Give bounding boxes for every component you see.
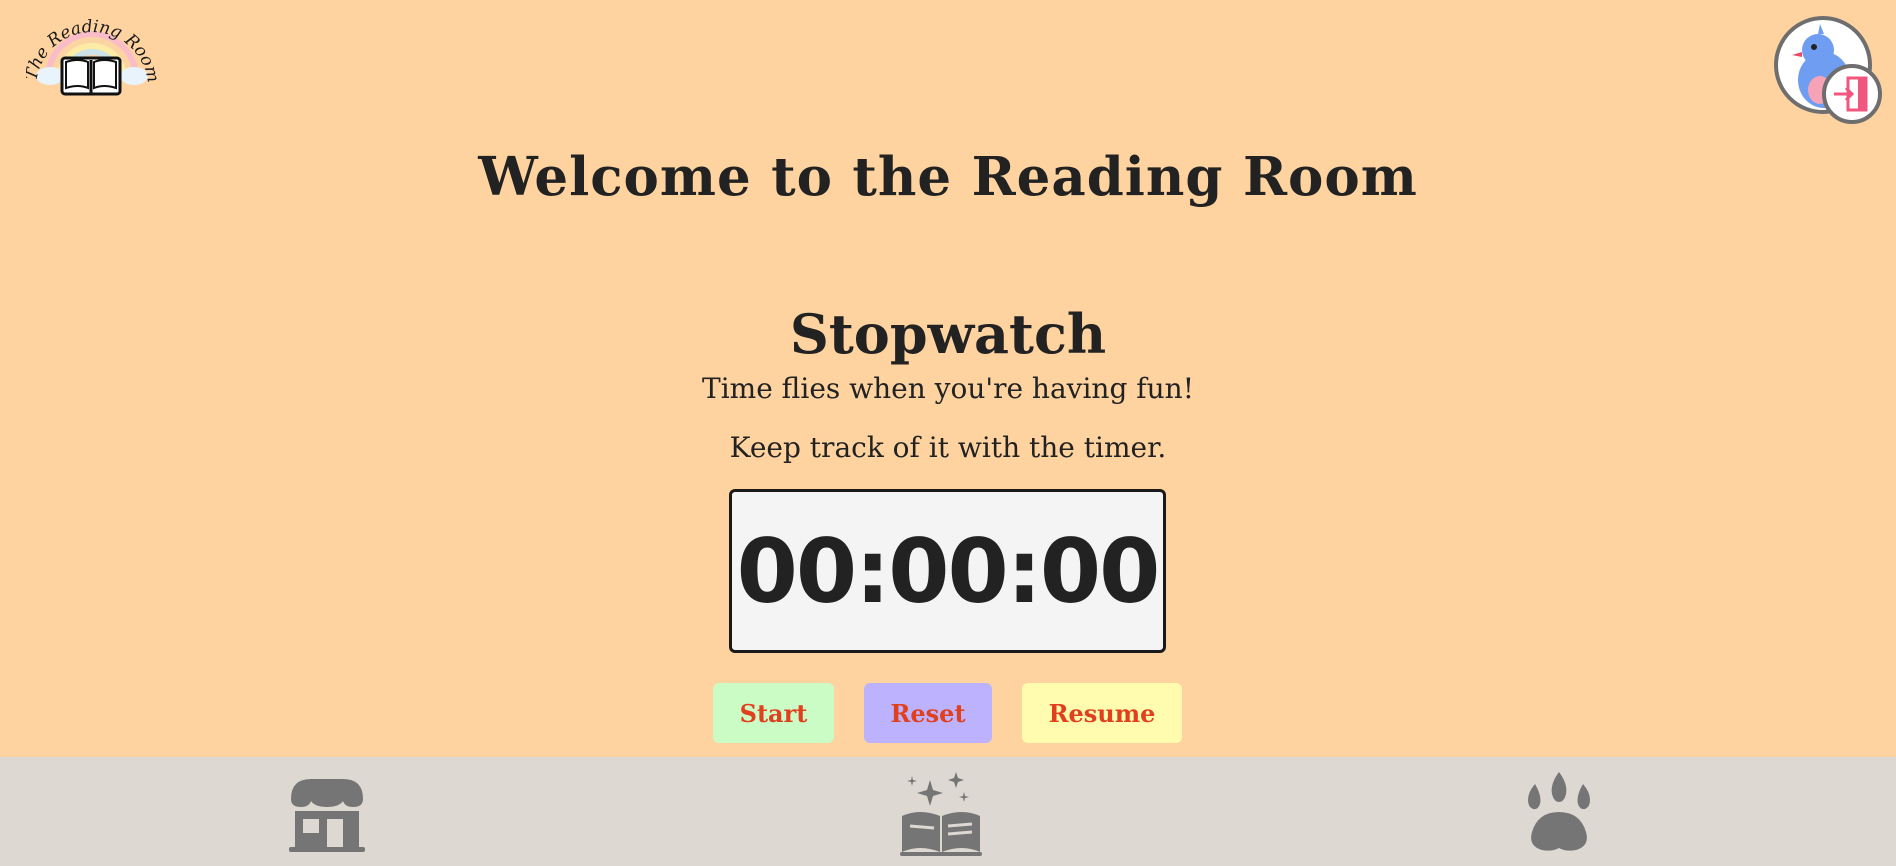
logout-door-icon bbox=[1834, 76, 1868, 112]
reading-room-page: The Reading Room Welcome to the bbox=[0, 0, 1896, 866]
page-title: Welcome to the Reading Room bbox=[478, 146, 1418, 208]
stopwatch-time: 00:00:00 bbox=[736, 519, 1161, 623]
stopwatch-title: Stopwatch bbox=[789, 302, 1107, 366]
open-book-rainbow-logo-icon: The Reading Room bbox=[26, 17, 158, 96]
magic-book-icon bbox=[900, 772, 982, 856]
shop-icon bbox=[289, 779, 365, 852]
resume-button[interactable]: Resume bbox=[1022, 683, 1182, 743]
stopwatch-display: 00:00:00 bbox=[729, 489, 1166, 653]
reset-button[interactable]: Reset bbox=[864, 683, 992, 743]
nav-item-read[interactable] bbox=[896, 769, 986, 857]
nav-item-shop[interactable] bbox=[282, 769, 372, 857]
stopwatch-tagline-1: Time flies when you're having fun! bbox=[702, 372, 1194, 405]
stopwatch-tagline-2: Keep track of it with the timer. bbox=[729, 431, 1167, 464]
paw-icon bbox=[1528, 772, 1590, 851]
bottom-nav bbox=[0, 757, 1896, 866]
start-button[interactable]: Start bbox=[713, 683, 834, 743]
profile-area bbox=[1774, 16, 1884, 126]
app-logo[interactable]: The Reading Room bbox=[26, 14, 158, 98]
nav-item-pet[interactable] bbox=[1514, 769, 1604, 857]
logout-button[interactable] bbox=[1822, 64, 1882, 124]
